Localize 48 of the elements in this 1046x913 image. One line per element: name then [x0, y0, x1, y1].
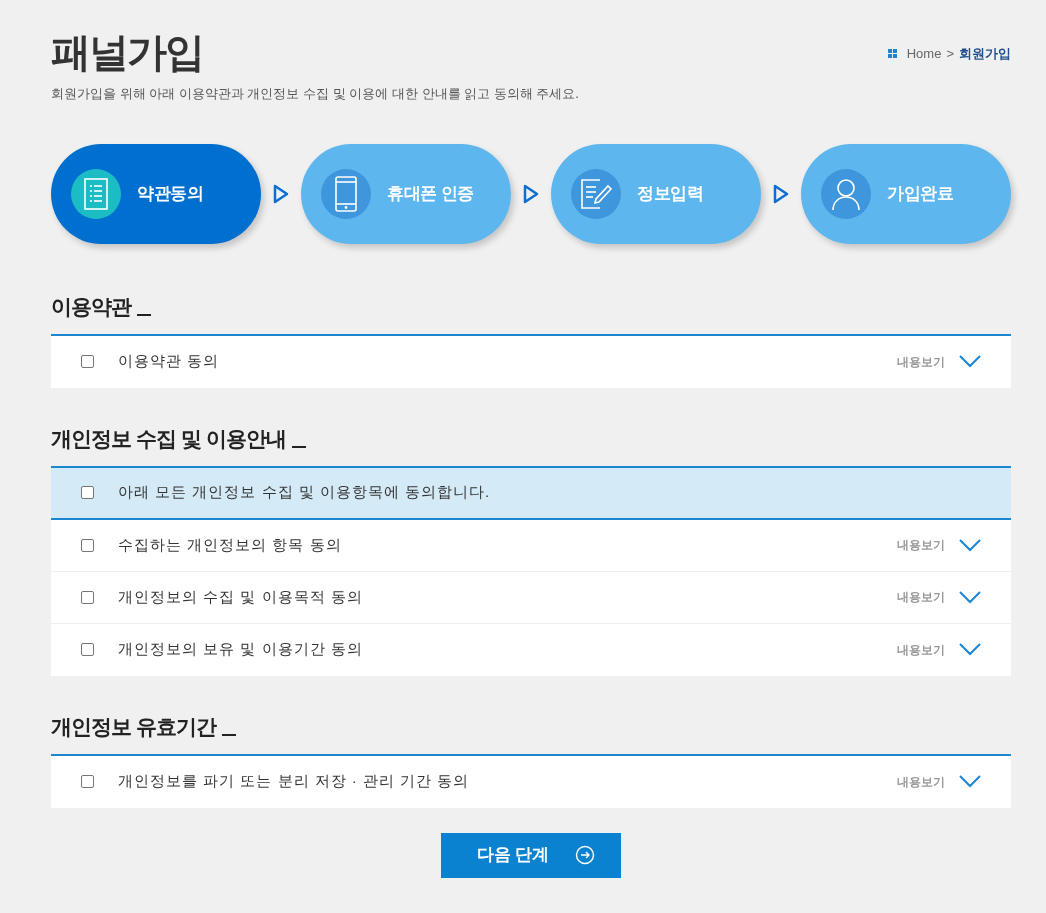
agreement-label: 개인정보를 파기 또는 분리 저장 · 관리 기간 동의	[118, 771, 471, 792]
step-arrow-icon	[773, 183, 789, 204]
view-content-button[interactable]: 내용보기	[897, 588, 981, 606]
title-mark	[221, 733, 236, 736]
grid-icon	[887, 49, 897, 59]
checkbox[interactable]	[81, 643, 94, 656]
arrow-circle-icon	[575, 845, 596, 865]
phone-icon	[335, 175, 357, 212]
chevron-down-icon	[959, 538, 981, 552]
checkbox[interactable]	[81, 775, 94, 788]
page-title: 패널가입	[51, 29, 203, 76]
chevron-down-icon	[959, 643, 981, 656]
agreement-label: 이용약관 동의	[118, 351, 221, 372]
breadcrumb-current: 회원가입	[959, 45, 1011, 63]
agreement-label: 개인정보의 수집 및 이용목적 동의	[118, 586, 364, 607]
checkbox[interactable]	[81, 590, 94, 604]
view-content-button[interactable]: 내용보기	[897, 772, 981, 791]
step-label: 약관동의	[137, 182, 203, 205]
next-step-button[interactable]: 다음 단계	[441, 832, 621, 878]
chevron-down-icon	[959, 355, 981, 368]
agreement-label: 개인정보의 보유 및 이용기간 동의	[118, 639, 364, 660]
list-icon	[84, 177, 108, 210]
chevron-down-icon	[959, 775, 981, 788]
view-content-button[interactable]: 내용보기	[897, 640, 981, 659]
step-label: 정보입력	[637, 182, 703, 205]
section-title: 이용약관	[51, 293, 131, 320]
agree-all-label: 아래 모든 개인정보 수집 및 이용항목에 동의합니다.	[118, 482, 491, 503]
step-arrow-icon	[523, 183, 539, 204]
title-mark	[291, 445, 306, 448]
step-arrow-icon	[273, 183, 289, 204]
checkbox[interactable]	[81, 538, 94, 552]
chevron-down-icon	[959, 590, 981, 604]
checkbox[interactable]	[81, 486, 94, 499]
step-label: 휴대폰 인증	[387, 182, 474, 205]
agree-all-row[interactable]: 아래 모든 개인정보 수집 및 이용항목에 동의합니다.	[51, 467, 1011, 520]
person-icon	[831, 176, 861, 211]
section-title: 개인정보 수집 및 이용안내	[51, 425, 286, 452]
title-mark	[137, 313, 151, 316]
view-content-button[interactable]: 내용보기	[897, 352, 981, 371]
checkbox[interactable]	[81, 355, 94, 368]
intro-text: 회원가입을 위해 아래 이용약관과 개인정보 수집 및 이용에 대한 안내를 읽고 동의해 주세요.	[51, 85, 580, 103]
document-pen-icon	[580, 177, 612, 210]
breadcrumb-home-link[interactable]: Home	[906, 44, 942, 64]
breadcrumb-separator: >	[946, 45, 954, 63]
agreement-label: 수집하는 개인정보의 항목 동의	[118, 534, 343, 555]
section-title: 개인정보 유효기간	[51, 713, 216, 740]
step-label: 가입완료	[887, 182, 953, 205]
view-content-button[interactable]: 내용보기	[897, 536, 981, 554]
